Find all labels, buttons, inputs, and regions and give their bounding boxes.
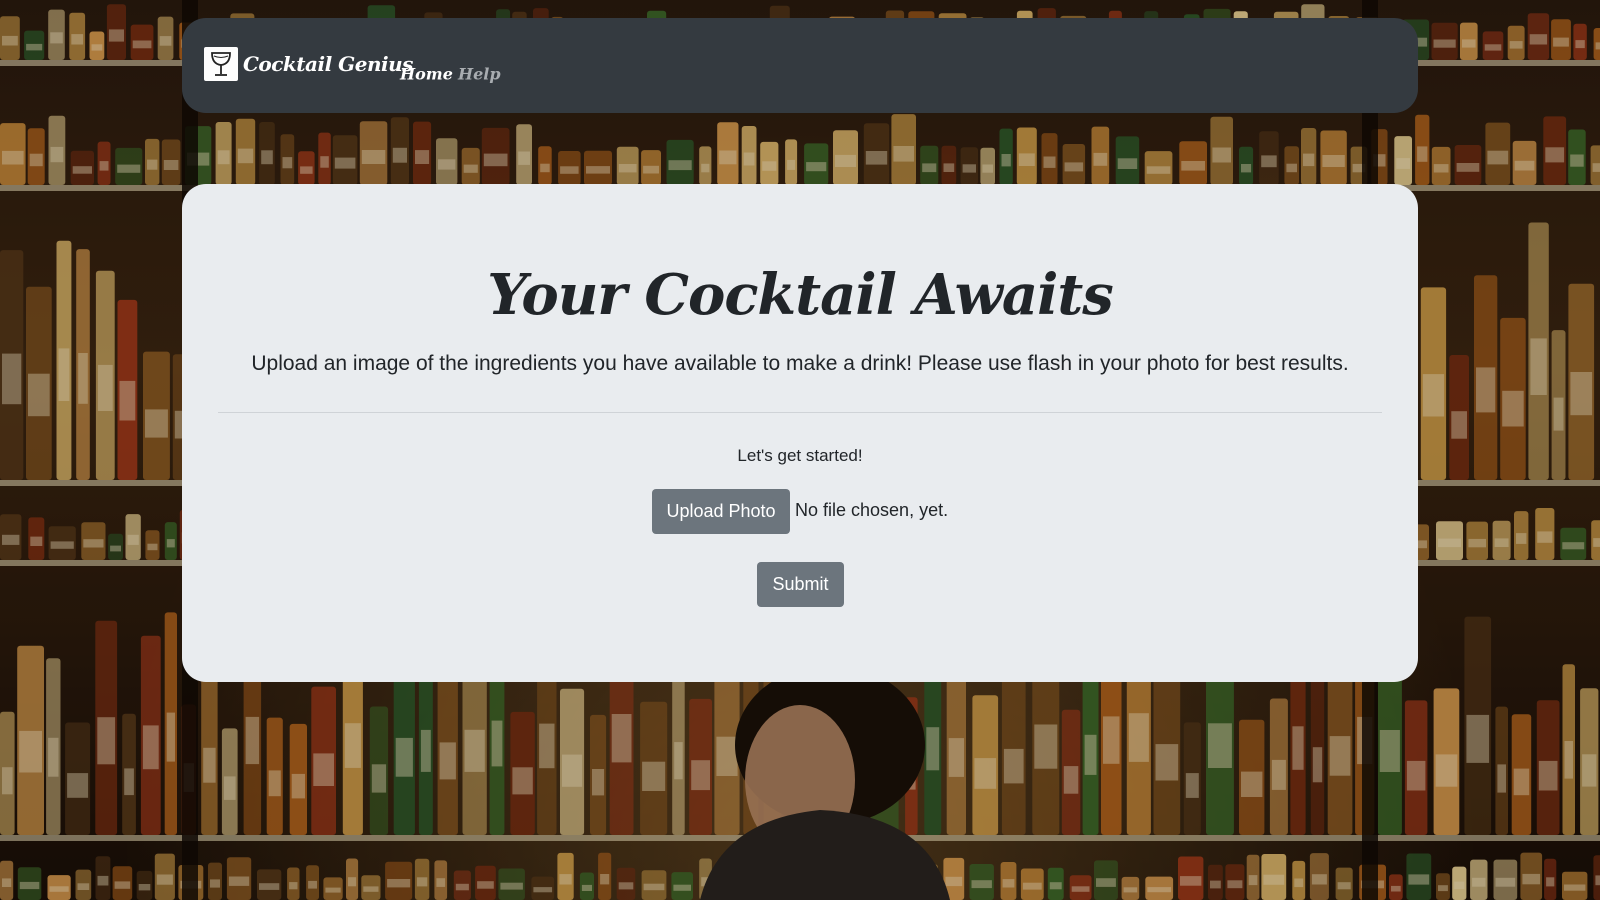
start-prompt: Let's get started! [737, 446, 863, 465]
page-title: Your Cocktail Awaits [487, 262, 1114, 328]
upload-card: Your Cocktail Awaits Upload an image of … [182, 184, 1418, 682]
nav-help-link[interactable]: Help [458, 65, 501, 84]
brand-link[interactable]: Cocktail Genius [204, 47, 413, 81]
brand-name: Cocktail Genius [243, 52, 413, 76]
wine-glass-icon [204, 47, 238, 81]
submit-button[interactable]: Submit [757, 562, 844, 607]
upload-photo-button[interactable]: Upload Photo [652, 489, 790, 534]
lead-text: Upload an image of the ingredients you h… [251, 352, 1349, 375]
divider [218, 412, 1382, 413]
nav-home-link[interactable]: Home [400, 65, 453, 84]
file-status-text: No file chosen, yet. [795, 500, 949, 520]
navbar: Cocktail Genius Home Help [182, 18, 1418, 113]
